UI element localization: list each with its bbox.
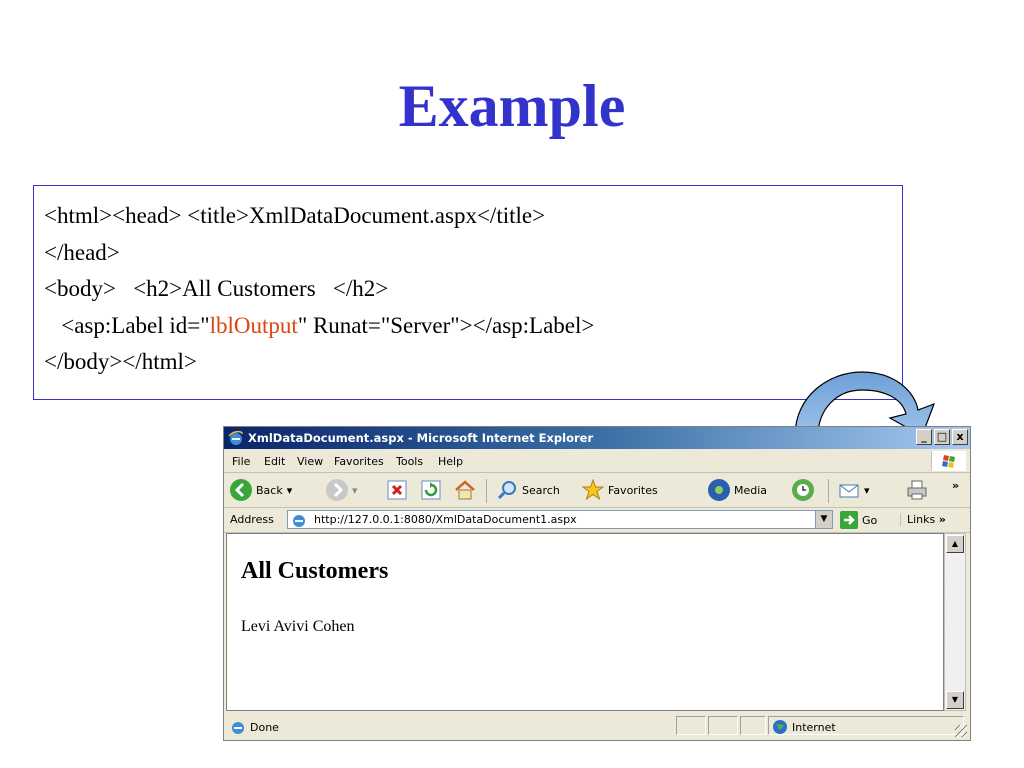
title-bar[interactable]: XmlDataDocument.aspx - Microsoft Interne…: [224, 427, 970, 449]
search-icon: [497, 481, 516, 500]
status-zone: Internet: [772, 719, 836, 735]
status-text: Done: [250, 720, 279, 734]
stop-icon: [387, 480, 407, 500]
scroll-up-button[interactable]: ▲: [946, 535, 964, 553]
back-arrow-icon: [230, 479, 252, 501]
history-icon: [792, 479, 814, 501]
toolbar-separator: [828, 479, 829, 503]
go-label: Go: [862, 513, 878, 527]
address-bar: Address http://127.0.0.1:8080/XmlDataDoc…: [224, 508, 970, 533]
print-icon: [907, 480, 927, 500]
code-text: " Runat="Server"></asp:Label>: [297, 312, 595, 338]
code-line: </body></html>: [44, 349, 197, 374]
go-arrow-icon: [840, 511, 858, 529]
menu-file[interactable]: File: [232, 455, 250, 468]
media-label: Media: [734, 483, 768, 497]
vertical-scrollbar[interactable]: ▲ ▼: [944, 533, 966, 711]
links-button[interactable]: Links »: [900, 513, 946, 526]
slide-title: Example: [398, 73, 626, 139]
menu-tools[interactable]: Tools: [396, 455, 423, 468]
home-icon: [455, 480, 475, 500]
windows-flag-icon: [931, 451, 966, 471]
search-label: Search: [522, 483, 560, 497]
toolbar: Back ▾ ▾ Search Favorites Media ▾ »: [224, 473, 970, 508]
address-label: Address: [230, 513, 274, 526]
toolbar-chevron[interactable]: »: [952, 479, 959, 492]
menu-favorites[interactable]: Favorites: [334, 455, 384, 468]
mail-icon: [839, 484, 859, 498]
search-button[interactable]: Search: [496, 479, 560, 501]
window-buttons: _ □ x: [916, 429, 968, 445]
address-input[interactable]: http://127.0.0.1:8080/XmlDataDocument1.a…: [287, 510, 833, 529]
address-url: http://127.0.0.1:8080/XmlDataDocument1.a…: [314, 513, 577, 526]
code-line: <asp:Label id="lblOutput" Runat="Server"…: [44, 308, 902, 345]
back-label: Back: [256, 483, 283, 497]
code-text: <asp:Label id=": [44, 312, 210, 338]
code-line: </head>: [44, 239, 120, 265]
resize-grip[interactable]: [955, 725, 967, 737]
forward-arrow-icon: [326, 479, 348, 501]
links-label: Links: [907, 513, 936, 526]
code-box: <html><head> <title>XmlDataDocument.aspx…: [33, 185, 903, 400]
mail-button[interactable]: ▾: [838, 479, 870, 501]
favorites-button[interactable]: Favorites: [582, 479, 658, 501]
menu-edit[interactable]: Edit: [264, 455, 285, 468]
ie-icon: [293, 515, 305, 527]
code-highlight: lblOutput: [209, 312, 298, 338]
ie-icon: [228, 430, 243, 445]
globe-icon: [773, 720, 787, 734]
page-heading: All Customers: [241, 558, 389, 584]
status-cell: [676, 716, 706, 735]
back-button[interactable]: Back ▾: [230, 479, 292, 501]
stop-button[interactable]: [386, 479, 408, 501]
window-title: XmlDataDocument.aspx - Microsoft Interne…: [248, 431, 594, 445]
label-output: Levi Avivi Cohen: [241, 618, 355, 635]
address-dropdown[interactable]: ▼: [815, 511, 832, 528]
ie-icon: [232, 722, 244, 734]
status-bar: Done Internet: [224, 713, 970, 740]
media-button[interactable]: Media: [708, 479, 767, 501]
status-zone-label: Internet: [792, 720, 836, 734]
favorites-star-icon: [582, 479, 604, 501]
status-done: Done: [230, 719, 279, 735]
menu-bar: File Edit View Favorites Tools Help: [224, 450, 970, 473]
history-button[interactable]: [792, 479, 814, 501]
forward-button[interactable]: ▾: [326, 479, 358, 501]
ie-window: XmlDataDocument.aspx - Microsoft Interne…: [223, 426, 971, 741]
menu-help[interactable]: Help: [438, 455, 463, 468]
go-button[interactable]: Go: [840, 511, 877, 529]
favorites-label: Favorites: [608, 483, 658, 497]
close-button[interactable]: x: [952, 429, 968, 445]
status-cell: [708, 716, 738, 735]
toolbar-separator: [486, 479, 487, 503]
menu-view[interactable]: View: [297, 455, 323, 468]
page-content: All Customers Levi Avivi Cohen: [226, 533, 944, 711]
media-icon: [708, 479, 730, 501]
scroll-down-button[interactable]: ▼: [946, 691, 964, 709]
status-cell: [740, 716, 766, 735]
refresh-icon: [421, 480, 441, 500]
refresh-button[interactable]: [420, 479, 442, 501]
print-button[interactable]: [906, 479, 928, 501]
home-button[interactable]: [454, 479, 476, 501]
code-line: <body> <h2>All Customers </h2>: [44, 276, 389, 301]
code-line: <html><head> <title>XmlDataDocument.aspx…: [44, 203, 546, 228]
minimize-button[interactable]: _: [916, 429, 932, 445]
maximize-button[interactable]: □: [934, 429, 950, 445]
